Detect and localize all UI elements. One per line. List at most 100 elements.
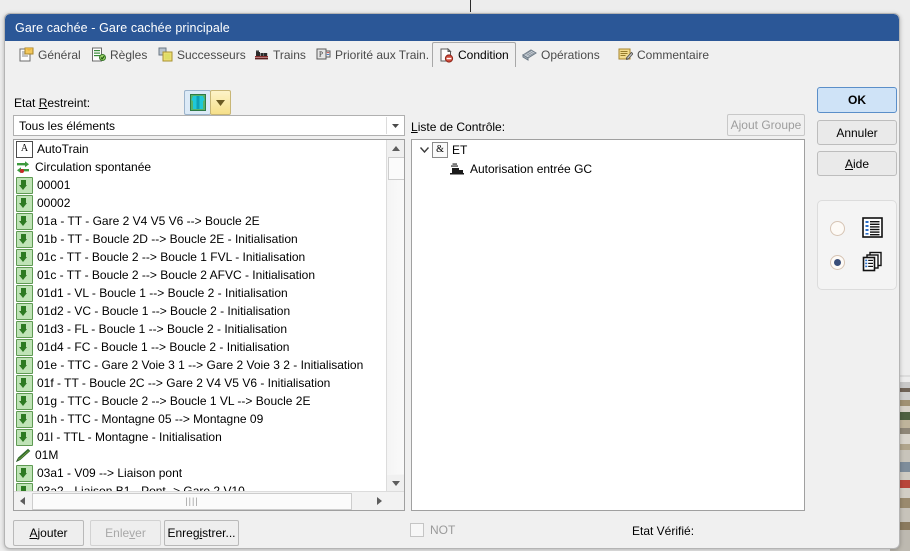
tab-label: Successeurs [177, 47, 246, 62]
element-list-vertical-scrollbar[interactable] [386, 140, 404, 492]
properties-icon [19, 47, 34, 62]
window-title: Gare cachée - Gare cachée principale [15, 20, 230, 35]
add-button[interactable]: Ajouter [13, 520, 84, 546]
help-button[interactable]: Aide [817, 151, 897, 176]
scroll-left-icon[interactable] [14, 493, 31, 510]
scroll-down-icon[interactable] [387, 475, 404, 492]
tree-row-child[interactable]: Autorisation entrée GC [412, 159, 804, 178]
list-item[interactable]: 01h - TTC - Montagne 05 --> Montagne 09 [14, 410, 386, 428]
list-item-label: 00001 [37, 178, 71, 192]
list-item[interactable]: A AutoTrain [14, 140, 386, 158]
tab-condition[interactable]: Condition [432, 42, 516, 67]
green-arrow-icon [16, 284, 33, 302]
list-item[interactable]: 01c - TT - Boucle 2 --> Boucle 1 FVL - I… [14, 248, 386, 266]
view-mode-option-list[interactable] [818, 213, 896, 243]
list-item[interactable]: 01c - TT - Boucle 2 --> Boucle 2 AFVC - … [14, 266, 386, 284]
chevron-down-icon [216, 99, 225, 106]
list-item[interactable]: 03a1 - V09 --> Liaison pont [14, 464, 386, 482]
train-icon [254, 47, 269, 62]
tab-g-n-ral[interactable]: Général [13, 43, 87, 66]
filter-value: Tous les éléments [19, 118, 116, 133]
tab-priorit-aux-train[interactable]: P Priorité aux Train. [310, 43, 435, 66]
operator-and-icon: & [432, 141, 448, 158]
list-item[interactable]: 01g - TTC - Boucle 2 --> Boucle 1 VL -->… [14, 392, 386, 410]
remove-button-label: Enlever [105, 526, 146, 540]
priority-icon: P [316, 47, 331, 62]
tree-child-label: Autorisation entrée GC [470, 161, 593, 176]
operations-icon [522, 47, 537, 62]
restricted-state-label: Etat Restreint: [14, 96, 90, 110]
tab-label: Trains [273, 47, 306, 62]
add-group-button[interactable]: Ajout Groupe [727, 114, 805, 136]
list-item-label: 01l - TTL - Montagne - Initialisation [37, 430, 222, 444]
list-item[interactable]: Circulation spontanée [14, 158, 386, 176]
control-list-label-rest: iste de Contrôle: [417, 120, 506, 134]
ok-button-label: OK [848, 93, 866, 107]
list-item[interactable]: 01d2 - VC - Boucle 1 --> Boucle 2 - Init… [14, 302, 386, 320]
rules-icon [91, 47, 106, 62]
green-arrow-icon [16, 464, 33, 482]
list-item[interactable]: 01l - TTL - Montagne - Initialisation [14, 428, 386, 446]
control-list-tree[interactable]: & ET Autorisation entrée GC [411, 139, 805, 511]
cancel-button[interactable]: Annuler [817, 120, 897, 145]
radio-list-view[interactable] [830, 220, 845, 236]
tab-label: Condition [458, 48, 509, 62]
list-item[interactable]: 00002 [14, 194, 386, 212]
list-item[interactable]: 01e - TTC - Gare 2 Voie 3 1 --> Gare 2 V… [14, 356, 386, 374]
ok-button[interactable]: OK [817, 87, 897, 113]
remove-pre: Enle [105, 526, 130, 540]
vertical-scroll-thumb[interactable] [388, 157, 404, 180]
tab-label: Général [38, 47, 81, 62]
list-item-label: 00002 [37, 196, 71, 210]
list-item[interactable]: 00001 [14, 176, 386, 194]
save-button[interactable]: Enregistrer... [164, 520, 239, 546]
tab-commentaire[interactable]: Commentaire [612, 43, 715, 66]
list-item-label: 01d1 - VL - Boucle 1 --> Boucle 2 - Init… [37, 286, 288, 300]
filter-combobox[interactable]: Tous les éléments [13, 115, 405, 136]
restricted-state-dropdown[interactable] [210, 90, 231, 115]
list-item[interactable]: 01M [14, 446, 386, 464]
not-checkbox[interactable]: NOT [410, 523, 455, 537]
element-list-horizontal-scrollbar[interactable]: |||| [14, 491, 404, 510]
checkbox-box-icon[interactable] [410, 523, 424, 537]
tab-successeurs[interactable]: Successeurs [152, 43, 252, 66]
tree-row-root[interactable]: & ET [412, 140, 804, 159]
remove-post: er [135, 526, 146, 540]
list-item[interactable]: 01f - TT - Boucle 2C --> Gare 2 V4 V5 V6… [14, 374, 386, 392]
add-group-label: Ajout Groupe [730, 118, 802, 132]
element-list[interactable]: A AutoTrain Circulation spontanée 00001 0000… [13, 139, 405, 511]
list-item[interactable]: 01b - TT - Boucle 2D --> Boucle 2E - Ini… [14, 230, 386, 248]
radio-cascade-view[interactable] [830, 254, 845, 270]
vertical-scroll-track[interactable] [387, 178, 404, 474]
green-arrow-icon [16, 248, 33, 266]
green-arrow-icon [16, 374, 33, 392]
list-item[interactable]: 01d4 - FC - Boucle 1 --> Boucle 2 - Init… [14, 338, 386, 356]
list-item[interactable]: 01d3 - FL - Boucle 1 --> Boucle 2 - Init… [14, 320, 386, 338]
list-item-label: 01c - TT - Boucle 2 --> Boucle 1 FVL - I… [37, 250, 306, 264]
pen-icon [15, 448, 31, 463]
list-item[interactable]: 01d1 - VL - Boucle 1 --> Boucle 2 - Init… [14, 284, 386, 302]
restricted-state-button[interactable] [184, 90, 211, 115]
chevron-down-icon[interactable] [386, 117, 404, 134]
scroll-up-icon[interactable] [387, 140, 404, 157]
dialog-window: Gare cachée - Gare cachée principale Gén… [4, 13, 900, 549]
letter-a-icon: A [16, 140, 33, 158]
list-item-label: 01d4 - FC - Boucle 1 --> Boucle 2 - Init… [37, 340, 290, 354]
list-view-icon[interactable] [862, 217, 884, 239]
horizontal-scroll-thumb[interactable]: |||| [32, 492, 352, 510]
save-pre: Enreg [167, 526, 200, 540]
window-titlebar[interactable]: Gare cachée - Gare cachée principale [5, 14, 899, 41]
list-item-label: 01g - TTC - Boucle 2 --> Boucle 1 VL -->… [37, 394, 311, 408]
save-post: strer... [202, 526, 236, 540]
tab-op-rations[interactable]: Opérations [516, 43, 606, 66]
list-item-label: 01M [35, 448, 59, 462]
tab-r-gles[interactable]: Règles [85, 43, 153, 66]
tab-trains[interactable]: Trains [248, 43, 312, 66]
scroll-right-icon[interactable] [371, 493, 388, 510]
chevron-down-icon[interactable] [418, 143, 431, 156]
help-button-label: Aide [845, 157, 869, 171]
list-item[interactable]: 01a - TT - Gare 2 V4 V5 V6 --> Boucle 2E [14, 212, 386, 230]
green-arrow-icon [16, 230, 33, 248]
view-mode-option-cascade[interactable] [818, 247, 896, 277]
cascade-view-icon[interactable] [862, 251, 884, 273]
